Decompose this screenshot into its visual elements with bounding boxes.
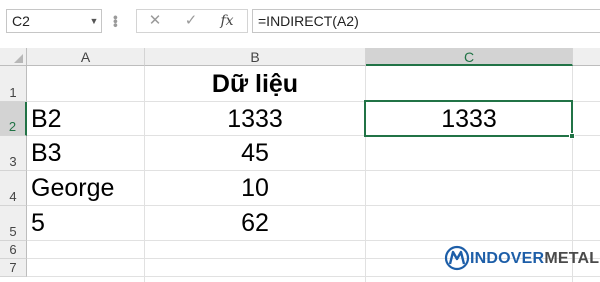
row-header-3[interactable]: 3 <box>0 136 27 171</box>
cell-a5[interactable]: 5 <box>27 206 144 240</box>
row-header-1[interactable]: 1 <box>0 66 27 102</box>
column-header-b[interactable]: B <box>145 48 366 66</box>
cell-a2[interactable]: B2 <box>27 102 144 136</box>
row-header-2[interactable]: 2 <box>0 102 27 136</box>
row-header-5[interactable]: 5 <box>0 206 27 241</box>
row-header-6[interactable]: 6 <box>0 241 27 259</box>
cell-b3[interactable]: 45 <box>145 136 365 170</box>
formula-bar: C2 ▼ ••• ✕ ✓ fx =INDIRECT(A2) <box>0 0 600 48</box>
chevron-down-icon[interactable]: ▼ <box>86 9 102 33</box>
cell-b4[interactable]: 10 <box>145 171 365 205</box>
logo-text-prefix: INDOVER <box>470 250 545 267</box>
cell-b2[interactable]: 1333 <box>145 102 365 136</box>
select-all-icon <box>14 54 23 63</box>
insert-function-icon[interactable]: fx <box>213 10 241 32</box>
column-header-d[interactable] <box>573 48 600 66</box>
cell-a4[interactable]: George <box>27 171 144 205</box>
logo-emblem-icon <box>444 245 470 271</box>
enter-icon[interactable]: ✓ <box>177 10 205 32</box>
fill-handle[interactable] <box>569 133 575 139</box>
formula-input[interactable]: =INDIRECT(A2) <box>252 9 600 33</box>
row-header-4[interactable]: 4 <box>0 171 27 206</box>
logo-text: INDOVERMETAL <box>470 249 600 269</box>
column-header-c[interactable]: C <box>366 48 573 66</box>
formula-buttons: ✕ ✓ fx <box>136 9 248 33</box>
active-cell-border <box>364 100 573 137</box>
logo-text-suffix: METAL <box>544 250 600 267</box>
gridline <box>365 66 366 282</box>
more-options-icon[interactable]: ••• <box>108 11 126 31</box>
column-header-a[interactable]: A <box>27 48 145 66</box>
cell-b1[interactable]: Dữ liệu <box>145 67 365 101</box>
cell-b5[interactable]: 62 <box>145 206 365 240</box>
cell-a3[interactable]: B3 <box>27 136 144 170</box>
row-header-7[interactable]: 7 <box>0 259 27 277</box>
cancel-icon[interactable]: ✕ <box>141 10 169 32</box>
